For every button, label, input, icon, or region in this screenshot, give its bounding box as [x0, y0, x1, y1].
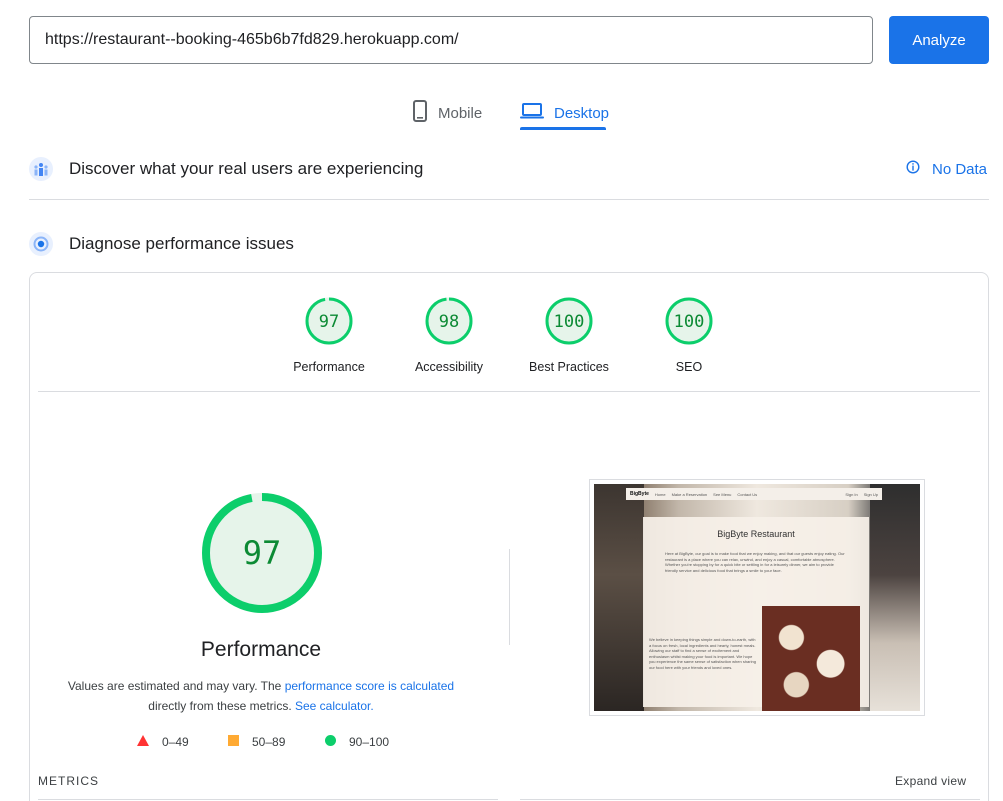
score-value: 97: [319, 312, 339, 332]
screenshot-nav-signin: Sign In: [845, 491, 858, 497]
screenshot-food-photo: [762, 606, 860, 711]
note-text-1: Values are estimated and may vary. The: [67, 679, 282, 693]
analyze-button[interactable]: Analyze: [889, 16, 989, 64]
see-calculator-link[interactable]: See calculator.: [295, 699, 374, 713]
score-label: Accessibility: [414, 360, 484, 374]
score-label: Performance: [293, 360, 365, 374]
vertical-separator: [509, 549, 510, 645]
score-label: SEO: [675, 360, 703, 374]
section-divider: [29, 199, 989, 200]
screenshot-paragraph-2: We believe in keeping things simple and …: [649, 637, 756, 670]
performance-score-link[interactable]: performance score is calculated: [285, 679, 454, 693]
info-icon: [906, 160, 920, 178]
url-input[interactable]: [29, 16, 873, 64]
score-gauge-performance[interactable]: 97 Performance: [269, 296, 389, 374]
tab-mobile-label: Mobile: [438, 104, 483, 122]
screenshot-nav-menu: See Menu: [713, 491, 732, 497]
score-gauge-accessibility[interactable]: 98 Accessibility: [389, 296, 509, 374]
no-data-label: No Data: [932, 160, 988, 178]
legend-average: 50–89: [228, 735, 285, 749]
screenshot-nav-signup: Sign Up: [863, 491, 878, 497]
final-screenshot[interactable]: BigByte Home Make a Reservation See Menu…: [589, 479, 925, 716]
score-gauge-seo[interactable]: 100 SEO: [629, 296, 749, 374]
metrics-heading: METRICS: [38, 774, 99, 788]
lab-data-title: Diagnose performance issues: [69, 234, 294, 253]
red-triangle-icon: [137, 735, 149, 749]
tab-selected-indicator: [520, 127, 606, 130]
lighthouse-icon: [29, 232, 53, 256]
crux-users-icon: [29, 157, 53, 181]
score-label: Best Practices: [529, 360, 609, 374]
screenshot-left-photo: [594, 484, 644, 711]
tab-desktop-label: Desktop: [554, 104, 610, 122]
laptop-icon: [520, 102, 544, 124]
orange-square-icon: [228, 735, 239, 749]
screenshot-nav-reserve: Make a Reservation: [671, 491, 708, 497]
legend-pass: 90–100: [325, 735, 389, 749]
screenshot-nav-contact: Contact Us: [737, 491, 758, 497]
performance-score-value: 97: [243, 534, 282, 572]
legend-pass-label: 90–100: [349, 735, 390, 749]
legend-fail-label: 0–49: [162, 735, 189, 749]
green-circle-icon: [325, 735, 336, 749]
legend-average-label: 50–89: [252, 735, 286, 749]
screenshot-right-photo: [870, 484, 920, 711]
screenshot-heading: BigByte Restaurant: [717, 529, 795, 539]
screenshot-navbar: BigByte Home Make a Reservation See Menu…: [626, 488, 882, 500]
note-text-2: directly from these metrics.: [148, 699, 292, 713]
smartphone-icon: [412, 100, 428, 126]
score-value: 100: [674, 312, 705, 332]
field-data-title: Discover what your real users are experi…: [69, 159, 424, 178]
screenshot-image: BigByte Home Make a Reservation See Menu…: [594, 484, 920, 711]
card-divider: [38, 391, 980, 392]
expand-view-toggle[interactable]: Expand view: [895, 774, 966, 788]
metrics-divider-left: [38, 799, 498, 800]
performance-note: Values are estimated and may vary. The p…: [40, 676, 482, 716]
score-value: 98: [439, 312, 459, 332]
screenshot-paragraph-1: Here at BigByte, our goal is to make foo…: [665, 551, 845, 573]
score-value: 100: [554, 312, 585, 332]
score-gauge-best-practices[interactable]: 100 Best Practices: [509, 296, 629, 374]
tab-mobile[interactable]: Mobile: [412, 94, 482, 132]
legend-fail: 0–49: [137, 735, 189, 749]
metrics-divider-right: [520, 799, 980, 800]
performance-gauge[interactable]: 97: [200, 491, 324, 620]
no-data-link[interactable]: No Data: [906, 160, 987, 178]
screenshot-brand: BigByte: [630, 491, 649, 497]
performance-title: Performance: [200, 638, 322, 661]
screenshot-nav-home: Home: [654, 491, 666, 497]
